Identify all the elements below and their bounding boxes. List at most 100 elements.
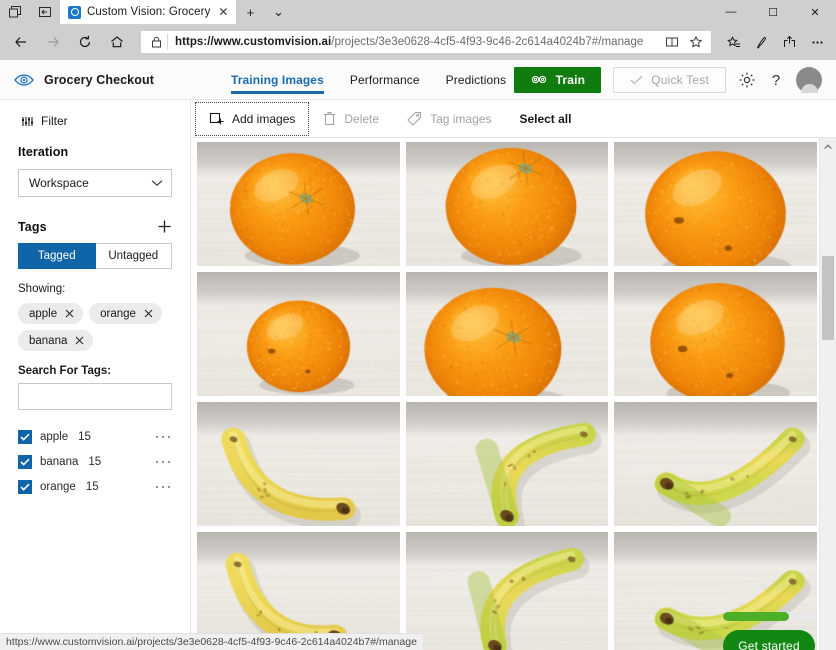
tab-predictions-label: Predictions (445, 72, 507, 87)
train-button[interactable]: Train (513, 66, 602, 93)
tag-overflow-icon[interactable] (154, 434, 172, 440)
address-text: https://www.customvision.ai/projects/3e3… (175, 36, 661, 48)
iteration-select[interactable]: Workspace (18, 169, 172, 197)
tab-performance[interactable]: Performance (350, 60, 420, 100)
favorite-star-icon[interactable] (685, 31, 707, 53)
add-images-button[interactable]: Add images (195, 101, 310, 136)
add-tag-icon[interactable] (157, 219, 172, 234)
browser-tab[interactable]: Custom Vision: Grocery ✕ (60, 0, 237, 24)
tab-predictions[interactable]: Predictions (446, 60, 506, 100)
image-thumbnail-orange[interactable] (614, 272, 817, 396)
select-all-button[interactable]: Select all (505, 102, 585, 136)
image-thumbnail-orange[interactable] (405, 272, 609, 396)
tag-list-item-apple[interactable]: apple 15 (18, 424, 172, 449)
scroll-up-icon[interactable] (820, 138, 836, 155)
quick-test-button[interactable]: Quick Test (613, 66, 726, 93)
checkbox-icon[interactable] (18, 479, 32, 494)
toggle-tagged[interactable]: Tagged (18, 243, 96, 269)
image-grid (197, 142, 817, 650)
image-grid-area (191, 138, 836, 650)
checkbox-icon[interactable] (18, 454, 32, 469)
more-settings-icon[interactable] (804, 27, 830, 57)
avatar[interactable] (796, 66, 822, 93)
tag-list-label: banana (40, 455, 79, 468)
tag-list-item-orange[interactable]: orange 15 (18, 474, 172, 499)
tag-chip-label: orange (100, 307, 136, 320)
tag-overflow-icon[interactable] (154, 459, 172, 465)
image-thumbnail-orange[interactable] (614, 142, 817, 266)
filter-label: Filter (41, 114, 68, 128)
tab-training-images[interactable]: Training Images (231, 60, 324, 100)
image-thumbnail-banana[interactable] (405, 532, 609, 650)
share-icon[interactable] (776, 27, 802, 57)
favorites-hub-icon[interactable] (720, 27, 746, 57)
search-tags-input[interactable] (18, 383, 172, 410)
filter-button[interactable]: Filter (18, 114, 172, 128)
thumbnail-image (614, 142, 817, 266)
web-notes-icon[interactable] (748, 27, 774, 57)
window-close-button[interactable]: ✕ (794, 0, 836, 24)
home-icon[interactable] (102, 27, 132, 57)
image-thumbnail-orange[interactable] (405, 142, 609, 266)
window-controls: — ☐ ✕ (710, 0, 836, 24)
app-header: Grocery Checkout Training Images Perform… (0, 60, 836, 100)
image-grid-scroll[interactable] (191, 138, 819, 650)
thumbnail-image (405, 142, 609, 266)
tab-performance-label: Performance (349, 72, 420, 87)
tag-chip-orange[interactable]: orange (89, 303, 162, 324)
vertical-scrollbar[interactable] (819, 138, 836, 650)
close-icon[interactable]: ✕ (216, 5, 230, 19)
onboarding-progress-fill (723, 612, 790, 621)
image-thumbnail-orange[interactable] (197, 142, 400, 266)
train-button-label: Train (555, 72, 586, 87)
tag-list-item-banana[interactable]: banana 15 (18, 449, 172, 474)
close-icon[interactable] (75, 336, 84, 345)
delete-button[interactable]: Delete (309, 102, 393, 136)
back-icon[interactable] (6, 27, 36, 57)
tag-overflow-icon[interactable] (154, 484, 172, 490)
checkbox-icon[interactable] (18, 429, 32, 444)
tab-preview-icon[interactable] (0, 0, 30, 24)
new-tab-button[interactable]: + (236, 0, 264, 24)
brand[interactable]: Grocery Checkout (14, 73, 189, 87)
minimize-button[interactable]: — (710, 0, 752, 24)
command-bar: Add images Delete Tag images Select all (191, 100, 836, 138)
add-images-icon (209, 111, 224, 126)
tab-strip: Custom Vision: Grocery ✕ + ⌄ — ☐ ✕ (0, 0, 836, 24)
tags-title: Tags (18, 219, 47, 234)
scrollbar-thumb[interactable] (822, 256, 834, 340)
image-thumbnail-banana[interactable] (405, 402, 609, 526)
close-icon[interactable] (144, 309, 153, 318)
maximize-button[interactable]: ☐ (752, 0, 794, 24)
select-all-label: Select all (519, 111, 572, 126)
trash-icon (323, 111, 336, 126)
active-tag-chips: apple orange banana (18, 303, 172, 351)
refresh-icon[interactable] (70, 27, 100, 57)
tag-chip-apple[interactable]: apple (18, 303, 84, 324)
address-host: https://www.customvision.ai (175, 36, 332, 48)
address-bar[interactable]: https://www.customvision.ai/projects/3e3… (140, 30, 712, 54)
get-started-button[interactable]: Get started (723, 630, 815, 650)
app-body: Filter Iteration Workspace Tags Tagged U… (0, 100, 836, 650)
address-path: /projects/3e3e0628-4cf5-4f93-9c46-2c614a… (331, 36, 644, 48)
tag-chip-banana[interactable]: banana (18, 330, 94, 351)
reading-view-icon[interactable] (661, 31, 683, 53)
forward-icon[interactable] (38, 27, 68, 57)
thumbnail-image (405, 402, 609, 526)
tag-images-button[interactable]: Tag images (393, 102, 505, 136)
tab-title: Custom Vision: Grocery (87, 6, 211, 18)
add-images-label: Add images (232, 111, 296, 126)
chevron-down-icon[interactable]: ⌄ (264, 0, 292, 24)
toggle-untagged[interactable]: Untagged (95, 243, 172, 269)
image-thumbnail-banana[interactable] (197, 402, 400, 526)
image-thumbnail-orange[interactable] (197, 272, 400, 396)
browser-navbar: https://www.customvision.ai/projects/3e3… (0, 24, 836, 60)
help-icon[interactable]: ? (768, 71, 784, 89)
image-thumbnail-banana[interactable] (614, 402, 817, 526)
tag-chip-label: apple (29, 307, 58, 320)
close-icon[interactable] (65, 309, 74, 318)
gear-icon[interactable] (738, 71, 756, 89)
set-tabs-aside-icon[interactable] (30, 0, 60, 24)
svg-text:?: ? (772, 72, 780, 89)
tag-filter-toggle: Tagged Untagged (18, 243, 172, 269)
